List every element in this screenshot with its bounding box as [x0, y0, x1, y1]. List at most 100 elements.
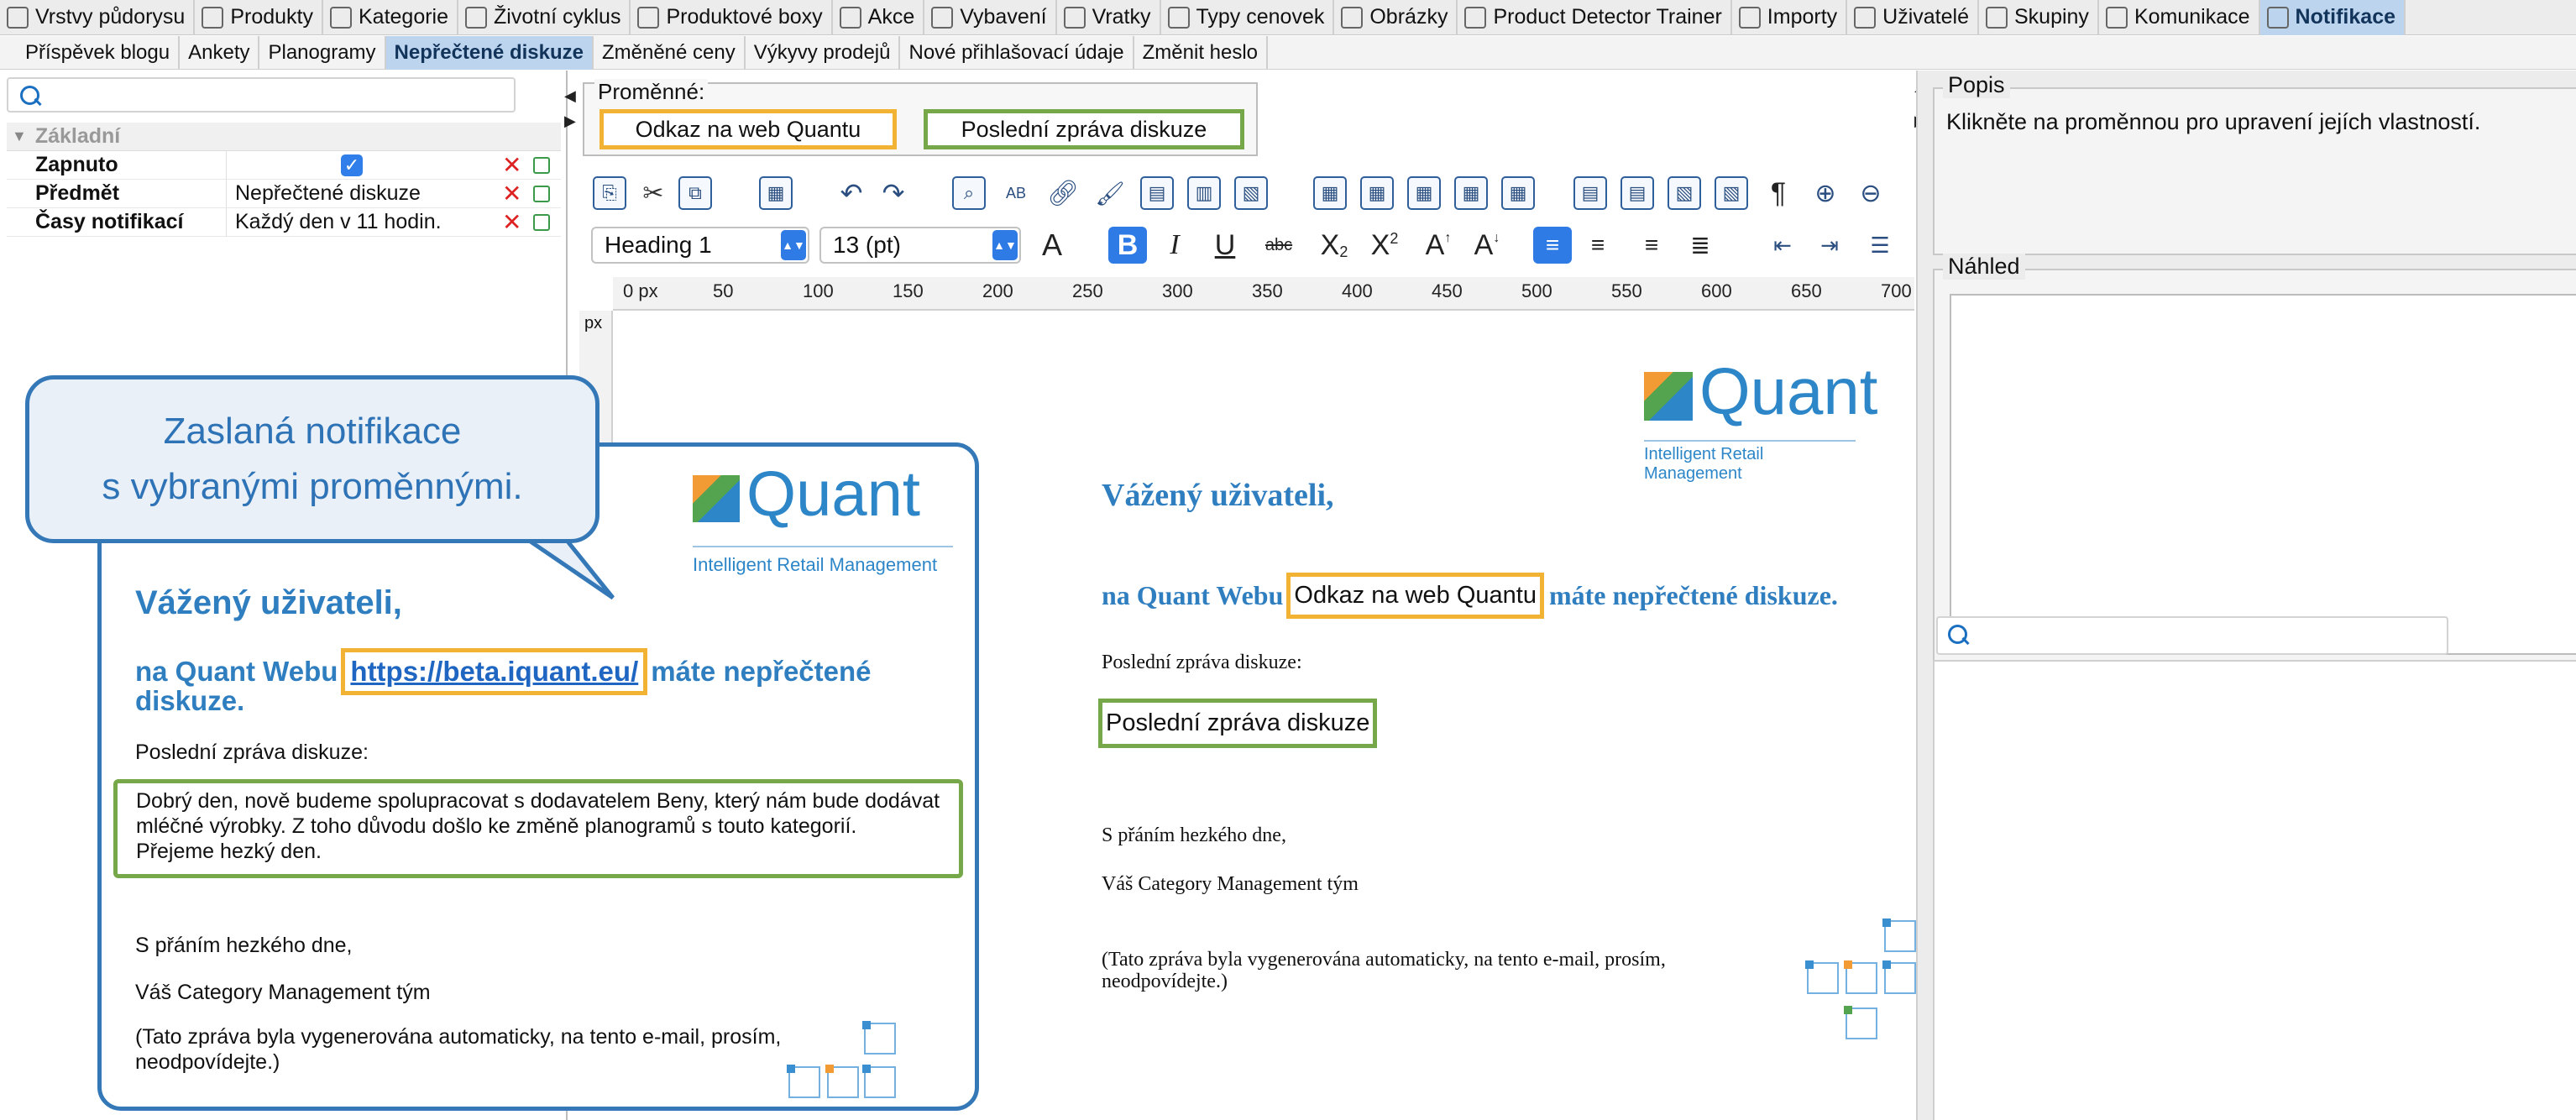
description-text: Klikněte na proměnnou pro upravení jejíc… — [1946, 109, 2481, 134]
find-icon[interactable]: ⌕ — [952, 176, 986, 210]
quant-logo-mark-icon — [1644, 372, 1693, 421]
redo-icon[interactable]: ↷ — [877, 176, 910, 210]
tab-detector[interactable]: Product Detector Trainer — [1458, 0, 1732, 35]
zoom-out-icon[interactable]: ⊖ — [1854, 176, 1887, 210]
tab-lifecycle[interactable]: Životní cyklus — [458, 0, 631, 35]
tab-equipment[interactable]: Vybavení — [924, 0, 1057, 35]
copy-icon[interactable] — [533, 156, 551, 174]
undo-icon[interactable]: ↶ — [835, 176, 868, 210]
table-style-icon[interactable]: ▧ — [1234, 176, 1268, 210]
italic-icon[interactable]: I — [1155, 227, 1194, 264]
zoom-in-icon[interactable]: ⊕ — [1809, 176, 1842, 210]
last-message-variable-button[interactable]: Poslední zpráva diskuze — [924, 109, 1244, 149]
table-insert-row-icon[interactable]: ▦ — [1407, 176, 1441, 210]
superscript-icon[interactable]: X2 — [1365, 227, 1404, 264]
insert-table-icon[interactable]: ▤ — [1140, 176, 1174, 210]
tab-label: Komunikace — [2134, 5, 2250, 29]
tab-label: Produktové boxy — [666, 5, 823, 29]
tab-label: Kategorie — [358, 5, 449, 29]
tab-image[interactable]: Obrázky — [1334, 0, 1458, 35]
tab-mail[interactable]: Komunikace — [2099, 0, 2260, 35]
subtab-1[interactable]: Ankety — [180, 35, 260, 70]
tab-box[interactable]: Produkty — [195, 0, 323, 35]
property-row-enabled[interactable]: Zapnuto ✓ ✕ — [7, 150, 561, 180]
row-above-icon[interactable]: ▤ — [1573, 176, 1607, 210]
calendar-icon[interactable]: ▦ — [759, 176, 793, 210]
property-group-header[interactable]: ▼ Základní — [7, 123, 561, 151]
subtab-7[interactable]: Změnit heslo — [1134, 35, 1269, 70]
strikethrough-icon[interactable]: abc — [1259, 227, 1298, 264]
numbered-list-icon[interactable]: ☰ — [1861, 227, 1899, 264]
mail-link[interactable]: https://beta.iquant.eu/ — [341, 648, 648, 695]
tab-action[interactable]: Akce — [833, 0, 925, 35]
tab-product-box[interactable]: Produktové boxy — [631, 0, 833, 35]
table-delete-icon[interactable]: ▦ — [1313, 176, 1347, 210]
enabled-checkbox[interactable]: ✓ — [341, 154, 363, 176]
property-value[interactable]: Každý den v 11 hodin. — [227, 210, 502, 234]
cell-style-icon[interactable]: ▧ — [1668, 176, 1701, 210]
delete-icon[interactable]: ✕ — [502, 181, 521, 206]
copy-icon[interactable] — [533, 185, 551, 202]
bold-icon[interactable]: B — [1108, 227, 1147, 264]
align-justify-icon[interactable]: ≣ — [1681, 227, 1720, 264]
splitter-right-arrow-icon[interactable]: ▶ — [564, 113, 576, 130]
tab-returns[interactable]: Vratky — [1057, 0, 1161, 35]
replace-icon[interactable]: AB — [999, 176, 1033, 210]
subtab-4[interactable]: Změněné ceny — [594, 35, 746, 70]
increase-font-icon[interactable]: A ↑ — [1419, 227, 1458, 264]
user-icon — [1854, 6, 1877, 29]
decrease-font-icon[interactable]: A ↓ — [1468, 227, 1506, 264]
subtab-6[interactable]: Nové přihlašovací údaje — [900, 35, 1134, 70]
import-icon — [1738, 6, 1761, 29]
property-value[interactable]: Nepřečtené diskuze — [227, 181, 502, 206]
editor-intro-after: máte nepřečtené diskuze. — [1548, 580, 1838, 610]
cell-clear-icon[interactable]: ▧ — [1715, 176, 1748, 210]
tab-import[interactable]: Importy — [1732, 0, 1848, 35]
quant-logo-text: Quant — [746, 458, 921, 530]
tab-group[interactable]: Skupiny — [1979, 0, 2099, 35]
delete-icon[interactable]: ✕ — [502, 153, 521, 177]
splitter-left-arrow-icon[interactable]: ◀ — [564, 87, 576, 105]
pilcrow-icon[interactable]: ¶ — [1762, 176, 1795, 210]
font-icon[interactable]: A — [1033, 227, 1071, 264]
indent-icon[interactable]: ⇥ — [1810, 227, 1849, 264]
link-variable-button[interactable]: Odkaz na web Quantu — [599, 109, 897, 149]
ruler-label: 500 — [1521, 280, 1552, 301]
paragraph-style-select[interactable]: Heading 1 ▲▼ — [591, 227, 809, 264]
tab-user[interactable]: Uživatelé — [1847, 0, 1979, 35]
row-below-icon[interactable]: ▤ — [1620, 176, 1654, 210]
subtab-5[interactable]: Výkyvy prodejů — [746, 35, 901, 70]
tab-list[interactable]: Kategorie — [323, 0, 459, 35]
brush-icon[interactable]: 🖌︎ — [1093, 176, 1127, 210]
paste-icon[interactable]: ⎘ — [593, 176, 626, 210]
preview-search-input[interactable] — [1936, 616, 2448, 655]
subtab-0[interactable]: Příspěvek blogu — [17, 35, 181, 70]
underline-icon[interactable]: U — [1206, 227, 1244, 264]
copy-format-icon[interactable]: ⧉ — [678, 176, 712, 210]
subtab-2[interactable]: Planogramy — [259, 35, 386, 70]
property-row-subject[interactable]: Předmět Nepřečtené diskuze ✕ — [7, 179, 561, 208]
link-icon[interactable]: 🔗︎ — [1046, 176, 1080, 210]
property-row-times[interactable]: Časy notifikací Každý den v 11 hodin. ✕ — [7, 207, 561, 237]
tab-layers[interactable]: Vrstvy půdorysu — [0, 0, 196, 35]
editor-link-variable[interactable]: Odkaz na web Quantu — [1286, 573, 1544, 619]
font-size-select[interactable]: 13 (pt) ▲▼ — [819, 227, 1021, 264]
table-props-icon[interactable]: ▥ — [1187, 176, 1221, 210]
table-split-icon[interactable]: ▦ — [1501, 176, 1535, 210]
table-merge-icon[interactable]: ▦ — [1454, 176, 1488, 210]
subtab-3[interactable]: Nepřečtené diskuze — [385, 35, 594, 70]
properties-search-input[interactable] — [7, 77, 516, 113]
subscript-icon[interactable]: X2 — [1315, 227, 1353, 264]
align-left-icon[interactable]: ≡ — [1533, 227, 1572, 264]
copy-icon[interactable] — [533, 213, 551, 231]
align-center-icon[interactable]: ≡ — [1579, 227, 1617, 264]
align-right-icon[interactable]: ≡ — [1632, 227, 1671, 264]
tab-price-tag[interactable]: Typy cenovek — [1161, 0, 1335, 35]
cut-icon[interactable]: ✂ — [636, 176, 670, 210]
table-insert-col-icon[interactable]: ▦ — [1360, 176, 1394, 210]
tab-notification[interactable]: Notifikace — [2259, 0, 2406, 35]
outdent-icon[interactable]: ⇤ — [1763, 227, 1802, 264]
collapse-triangle-icon[interactable]: ▼ — [12, 128, 27, 145]
editor-message-variable[interactable]: Poslední zpráva diskuze — [1098, 699, 1378, 748]
delete-icon[interactable]: ✕ — [502, 210, 521, 234]
